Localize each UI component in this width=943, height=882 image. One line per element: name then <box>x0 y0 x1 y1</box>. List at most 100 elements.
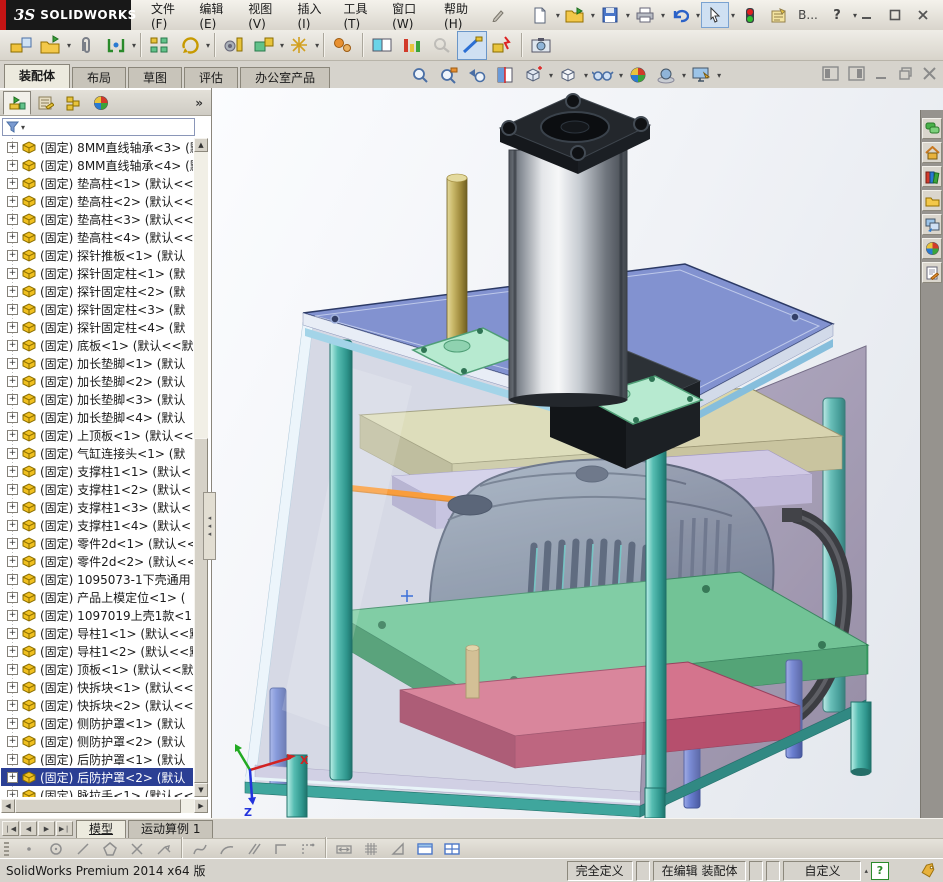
undo-dropdown-icon[interactable]: ▾ <box>696 11 700 20</box>
graphics-viewport[interactable]: X Z <box>212 88 943 818</box>
angle-icon[interactable] <box>384 840 411 858</box>
tree-item[interactable]: + (固定) 快拆块<1> (默认<< <box>1 678 193 696</box>
tangent-arc-icon[interactable] <box>213 840 240 858</box>
expand-icon[interactable]: + <box>7 321 18 333</box>
performance-light-icon[interactable] <box>736 2 764 28</box>
resources-icon[interactable] <box>922 118 942 139</box>
collapse-right-pane-button[interactable] <box>848 66 865 81</box>
smart-fasteners-icon[interactable] <box>219 31 249 60</box>
tree-item[interactable]: + (固定) 探针固定柱<4> (默 <box>1 318 193 336</box>
expand-icon[interactable]: + <box>7 429 18 441</box>
motion-study-icon[interactable] <box>328 31 358 60</box>
file-explorer-icon[interactable] <box>922 190 942 211</box>
tree-item[interactable]: + (固定) 支撑柱1<4> (默认< <box>1 516 193 534</box>
table-icon[interactable] <box>411 840 438 858</box>
tree-item[interactable]: + (固定) 探针固定柱<1> (默 <box>1 264 193 282</box>
trim-icon[interactable] <box>123 840 150 858</box>
extend-icon[interactable] <box>150 840 177 858</box>
maximize-button[interactable] <box>885 6 905 24</box>
new-document-button[interactable] <box>526 2 554 28</box>
display-manager-tab[interactable] <box>87 91 115 115</box>
select-dropdown-icon[interactable]: ▾ <box>731 11 735 20</box>
tree-item[interactable]: + (固定) 1097019上壳1款<1> <box>1 606 193 624</box>
scroll-right-button[interactable]: ▶ <box>194 799 208 813</box>
undo-button[interactable] <box>666 2 694 28</box>
nav-first-button[interactable]: ❘◀ <box>2 821 19 836</box>
tree-item[interactable]: + (固定) 垫高柱<4> (默认<< <box>1 228 193 246</box>
line-icon[interactable] <box>69 840 96 858</box>
tree-item[interactable]: + (固定) 探针推板<1> (默认 <box>1 246 193 264</box>
custom-up-icon[interactable]: ▴ <box>864 867 868 875</box>
select-button[interactable] <box>700 2 729 28</box>
view-palette-icon[interactable] <box>922 214 942 235</box>
tree-item[interactable]: + (固定) 产品上模定位<1> ( <box>1 588 193 606</box>
filter-icon[interactable] <box>6 121 20 134</box>
print-button[interactable] <box>631 2 659 28</box>
configuration-manager-tab[interactable] <box>59 91 87 115</box>
view-orientation-icon[interactable] <box>520 64 546 86</box>
smart-dimension-icon[interactable] <box>330 840 357 858</box>
nav-last-button[interactable]: ▶❘ <box>56 821 73 836</box>
print-dropdown-icon[interactable]: ▾ <box>661 11 665 20</box>
open-part-icon[interactable] <box>36 31 66 60</box>
interference-detection-icon[interactable] <box>487 31 517 60</box>
save-button[interactable] <box>596 2 624 28</box>
home-icon[interactable] <box>922 142 942 163</box>
nav-prev-button[interactable]: ◀ <box>20 821 37 836</box>
expand-icon[interactable]: + <box>7 357 18 369</box>
appearances-icon[interactable] <box>922 238 942 259</box>
expand-icon[interactable]: + <box>7 267 18 279</box>
doc-restore-button[interactable] <box>898 66 913 81</box>
expand-icon[interactable]: + <box>7 411 18 423</box>
insert-components-icon[interactable] <box>6 31 36 60</box>
tree-item[interactable]: + (固定) 垫高柱<3> (默认<< <box>1 210 193 228</box>
tab-assembly[interactable]: 装配体 <box>4 64 71 88</box>
tree-item[interactable]: + (固定) 8MM直线轴承<4> (默 <box>1 156 193 174</box>
tree-item[interactable]: + (固定) 顶板<1> (默认<<默 <box>1 660 193 678</box>
tree-item[interactable]: + (固定) 快拆块<2> (默认<< <box>1 696 193 714</box>
expand-icon[interactable]: + <box>7 231 18 243</box>
help-button[interactable]: ? <box>823 2 851 28</box>
tree-item[interactable]: + (固定) 支撑柱1<3> (默认< <box>1 498 193 516</box>
scroll-thumb[interactable] <box>194 438 208 783</box>
new-dropdown-icon[interactable]: ▾ <box>556 11 560 20</box>
tree-item[interactable]: + (固定) 导柱1<1> (默认<<默 <box>1 624 193 642</box>
edit-appearance-icon[interactable] <box>625 64 651 86</box>
expand-icon[interactable]: + <box>7 627 18 639</box>
tree-item[interactable]: + (固定) 加长垫脚<1> (默认 <box>1 354 193 372</box>
tree-vertical-scrollbar[interactable]: ▲ ▼ <box>194 138 208 797</box>
expand-icon[interactable]: + <box>7 285 18 297</box>
view-settings-icon[interactable] <box>688 64 714 86</box>
tree-item[interactable]: + (固定) 8MM直线轴承<3> (默 <box>1 138 193 156</box>
take-snapshot-icon[interactable] <box>526 31 556 60</box>
minimize-button[interactable] <box>857 6 877 24</box>
assembly-visualization-icon[interactable] <box>397 31 427 60</box>
tab-layout[interactable]: 布局 <box>72 67 127 88</box>
motion-study-tab[interactable]: 运动算例 1 <box>128 819 214 838</box>
scroll-up-button[interactable]: ▲ <box>194 138 208 152</box>
expand-icon[interactable]: + <box>7 555 18 567</box>
show-hidden-components-icon[interactable] <box>367 31 397 60</box>
expand-icon[interactable]: + <box>7 213 18 225</box>
tree-item[interactable]: + (固定) 后防护罩<2> (默认 <box>1 768 193 786</box>
tree-item[interactable]: + (固定) 导柱1<2> (默认<<默 <box>1 642 193 660</box>
linear-component-pattern-icon[interactable] <box>145 31 175 60</box>
mate-icon[interactable] <box>101 31 131 60</box>
tree-item[interactable]: + (固定) 加长垫脚<4> (默认 <box>1 408 193 426</box>
expand-icon[interactable]: + <box>7 591 18 603</box>
expand-icon[interactable]: + <box>7 699 18 711</box>
reference-geometry-icon[interactable] <box>284 31 314 60</box>
open-dropdown-icon[interactable]: ▾ <box>591 11 595 20</box>
expand-icon[interactable]: + <box>7 195 18 207</box>
tree-item[interactable]: + (固定) 零件2d<1> (默认<< <box>1 534 193 552</box>
section-view-icon[interactable] <box>492 64 518 86</box>
expand-icon[interactable]: + <box>7 483 18 495</box>
construction-geometry-icon[interactable] <box>294 840 321 858</box>
save-dropdown-icon[interactable]: ▾ <box>626 11 630 20</box>
nav-next-button[interactable]: ▶ <box>38 821 55 836</box>
zoom-to-fit-icon[interactable] <box>408 64 434 86</box>
expand-icon[interactable]: + <box>7 663 18 675</box>
expand-icon[interactable]: + <box>7 447 18 459</box>
display-style-icon[interactable] <box>555 64 581 86</box>
tree-item[interactable]: + (固定) 支撑柱1<2> (默认< <box>1 480 193 498</box>
